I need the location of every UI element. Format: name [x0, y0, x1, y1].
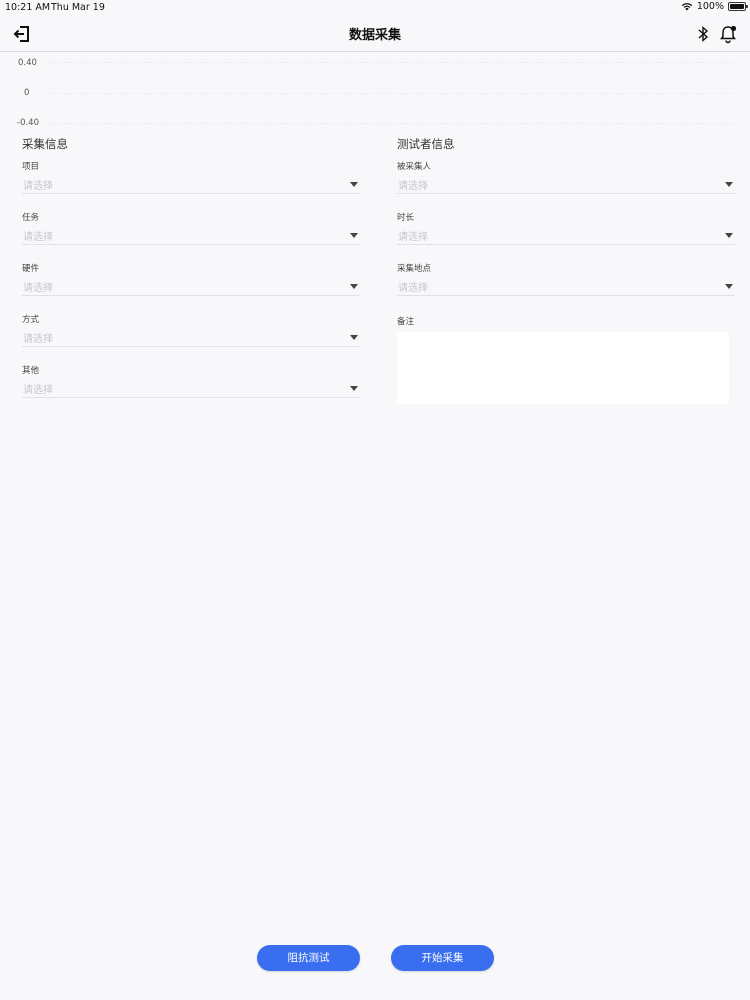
chart-tick-label: -0.40 [17, 118, 39, 128]
status-time: 10:21 AM [5, 2, 51, 13]
location-select[interactable]: 请选择 [397, 276, 735, 296]
caret-down-icon [350, 386, 358, 391]
caret-down-icon [350, 284, 358, 289]
hardware-select[interactable]: 请选择 [22, 276, 360, 296]
status-bar: 10:21 AM Thu Mar 19 100% [0, 0, 750, 16]
field-label-hardware: 硬件 [22, 264, 40, 274]
caret-down-icon [350, 233, 358, 238]
chart-gridline [44, 93, 734, 94]
caret-down-icon [725, 182, 733, 187]
other-select[interactable]: 请选择 [22, 378, 360, 398]
battery-percent: 100% [696, 1, 724, 12]
select-placeholder: 请选择 [398, 181, 428, 192]
remark-textarea[interactable] [397, 332, 729, 404]
project-select[interactable]: 请选择 [22, 174, 360, 194]
select-placeholder: 请选择 [398, 232, 428, 243]
wifi-icon [681, 3, 693, 11]
field-label-location: 采集地点 [397, 264, 432, 274]
chart-tick-label: 0.40 [18, 58, 37, 68]
field-label-duration: 时长 [397, 213, 415, 223]
section-title-collection: 采集信息 [22, 137, 68, 151]
select-placeholder: 请选择 [23, 334, 53, 345]
field-label-task: 任务 [22, 213, 40, 223]
signal-chart: 0.40 0 -0.40 [0, 56, 750, 132]
subject-select[interactable]: 请选择 [397, 174, 735, 194]
bell-icon[interactable] [718, 24, 738, 44]
chart-gridline [44, 62, 734, 63]
caret-down-icon [725, 233, 733, 238]
page-title: 数据采集 [348, 28, 401, 43]
select-placeholder: 请选择 [23, 181, 53, 192]
nav-bar: 数据采集 [0, 16, 750, 52]
battery-icon [728, 2, 748, 11]
field-label-project: 项目 [22, 162, 40, 172]
impedance-test-button[interactable]: 阻抗测试 [257, 945, 360, 971]
status-right: 100% [681, 1, 748, 12]
method-select[interactable]: 请选择 [22, 327, 360, 347]
bluetooth-icon[interactable] [696, 25, 710, 43]
field-label-remark: 备注 [397, 317, 415, 327]
caret-down-icon [350, 335, 358, 340]
task-select[interactable]: 请选择 [22, 225, 360, 245]
field-label-other: 其他 [22, 366, 40, 376]
caret-down-icon [350, 182, 358, 187]
field-label-subject: 被采集人 [397, 162, 432, 172]
select-placeholder: 请选择 [23, 232, 53, 243]
duration-select[interactable]: 请选择 [397, 225, 735, 245]
status-date: Thu Mar 19 [51, 2, 105, 13]
select-placeholder: 请选择 [23, 283, 53, 294]
chart-gridline [44, 123, 734, 124]
start-collection-button[interactable]: 开始采集 [391, 945, 494, 971]
select-placeholder: 请选择 [398, 283, 428, 294]
chart-tick-label: 0 [24, 88, 30, 98]
field-label-method: 方式 [22, 315, 40, 325]
caret-down-icon [725, 284, 733, 289]
section-title-tester: 测试者信息 [397, 137, 455, 151]
select-placeholder: 请选择 [23, 385, 53, 396]
